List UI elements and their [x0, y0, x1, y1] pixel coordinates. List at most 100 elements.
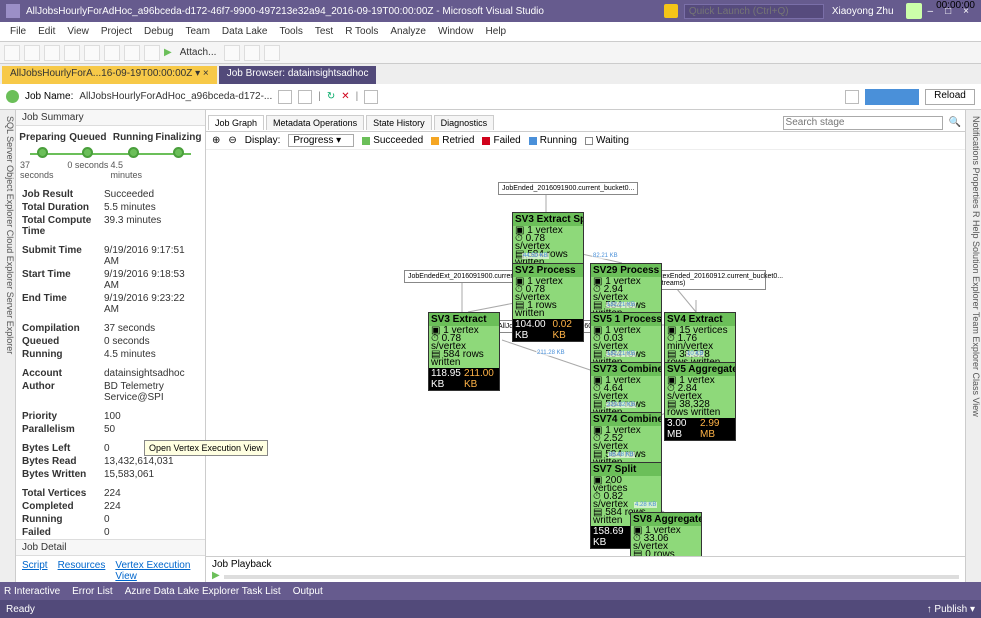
step-into-icon[interactable] — [244, 45, 260, 61]
reload-button[interactable]: Reload — [925, 89, 975, 105]
zoom-out-icon[interactable]: ⊖ — [228, 135, 236, 146]
publish-button[interactable]: ↑ Publish ▾ — [927, 604, 975, 615]
menu-debug[interactable]: Debug — [138, 26, 179, 37]
zoom-in-icon[interactable]: ⊕ — [212, 135, 220, 146]
open-icon[interactable] — [64, 45, 80, 61]
edge-label: 88.48 KB — [608, 452, 635, 458]
menu-help[interactable]: Help — [480, 26, 513, 37]
node-sv2-process[interactable]: SV2 Process▣ 1 vertex⏱ 0.78 s/vertex▤ 1 … — [512, 263, 584, 342]
menu-team[interactable]: Team — [179, 26, 215, 37]
tab-job-graph[interactable]: Job Graph — [208, 115, 264, 130]
tab-output[interactable]: Output — [293, 586, 323, 597]
stage-running: Running — [113, 132, 154, 143]
display-dropdown[interactable]: Progress ▾ — [288, 134, 354, 147]
refresh-icon[interactable]: ↻ — [327, 91, 335, 102]
right-tool-rail[interactable]: Notifications Properties R Help Solution… — [965, 110, 981, 582]
user-avatar-icon[interactable] — [906, 3, 922, 19]
edge-label: 44.50 KB — [522, 253, 549, 259]
playback-slider[interactable] — [224, 575, 959, 579]
open-external-icon[interactable] — [298, 90, 312, 104]
attach-button[interactable]: Attach... — [176, 47, 221, 58]
legend-retried: Retried — [442, 135, 474, 146]
tab-error-list[interactable]: Error List — [72, 586, 113, 597]
vev-tooltip: Open Vertex Execution View — [144, 440, 268, 456]
signed-in-user[interactable]: Xiaoyong Zhu — [832, 6, 894, 17]
node-sv3-extract[interactable]: SV3 Extract▣ 1 vertex⏱ 0.78 s/vertex▤ 58… — [428, 312, 500, 391]
new-project-icon[interactable] — [44, 45, 60, 61]
job-graph-canvas[interactable]: JobEnded_2016091900.current_bucket0... J… — [206, 150, 965, 556]
resources-link[interactable]: Resources — [58, 560, 106, 582]
edge-label: 182.21 KB — [606, 351, 636, 357]
notification-flag-icon[interactable] — [664, 4, 678, 18]
job-playback: Job Playback 00:00:00 ▶ — [206, 556, 965, 582]
menu-analyze[interactable]: Analyze — [384, 26, 432, 37]
script-link[interactable]: Script — [22, 560, 48, 582]
job-graph-pane: Job Graph Metadata Operations State Hist… — [206, 110, 965, 582]
quick-launch-input[interactable] — [684, 4, 824, 19]
node-sv8-aggregate[interactable]: SV8 Aggregate▣ 1 vertex⏱ 33.06 s/vertex▤… — [630, 512, 702, 556]
input-vertexended[interactable]: VertexEnded_20160912.current_bucket0... … — [646, 270, 766, 290]
menu-file[interactable]: File — [4, 26, 32, 37]
stage-finalizing: Finalizing — [155, 132, 201, 143]
summary-row: Parallelism50 — [16, 423, 205, 436]
summary-row: Bytes Written15,583,061 — [16, 468, 205, 481]
cancel-icon[interactable]: ✕ — [341, 91, 349, 102]
left-tool-rail[interactable]: SQL Server Object Explorer Cloud Explore… — [0, 110, 16, 582]
summary-row: Running4.5 minutes — [16, 348, 205, 361]
download-icon[interactable] — [364, 90, 378, 104]
menu-rtools[interactable]: R Tools — [339, 26, 384, 37]
menu-tools[interactable]: Tools — [274, 26, 309, 37]
play-icon[interactable]: ▶ — [212, 570, 220, 581]
standard-toolbar: ▶Attach... — [0, 42, 981, 64]
playback-time: 00:00:00 — [936, 0, 975, 11]
doc-tab-browser[interactable]: Job Browser: datainsightsadhoc — [219, 66, 377, 84]
screen-icon[interactable] — [845, 90, 859, 104]
copy-icon[interactable] — [278, 90, 292, 104]
menu-test[interactable]: Test — [309, 26, 339, 37]
vertex-execution-view-link[interactable]: Vertex Execution View — [115, 560, 199, 582]
tab-state-history[interactable]: State History — [366, 115, 432, 130]
step-out-icon[interactable] — [264, 45, 280, 61]
tab-diagnostics[interactable]: Diagnostics — [434, 115, 495, 130]
edge-label: 82.21 KB — [592, 253, 619, 259]
summary-row: Queued0 seconds — [16, 335, 205, 348]
document-tabs: AllJobsHourlyForA...16-09-19T00:00:00Z ▾… — [0, 64, 981, 84]
job-name-value: AllJobsHourlyForAdHoc_a96bceda-d172-... — [79, 91, 272, 102]
menu-edit[interactable]: Edit — [32, 26, 61, 37]
tab-metadata-ops[interactable]: Metadata Operations — [266, 115, 364, 130]
job-summary-header: Job Summary — [16, 110, 205, 126]
undo-icon[interactable] — [124, 45, 140, 61]
legend-waiting: Waiting — [596, 135, 629, 146]
tab-adl-tasks[interactable]: Azure Data Lake Explorer Task List — [125, 586, 281, 597]
nav-back-icon[interactable] — [4, 45, 20, 61]
nav-fwd-icon[interactable] — [24, 45, 40, 61]
unknown-blue-button[interactable] — [865, 89, 919, 105]
stage-preparing: Preparing — [19, 132, 66, 143]
input-jobended[interactable]: JobEnded_2016091900.current_bucket0... — [498, 182, 638, 195]
search-stage-input[interactable] — [783, 116, 943, 130]
search-icon[interactable]: 🔍 — [949, 117, 961, 128]
status-ready: Ready — [6, 604, 35, 615]
menu-view[interactable]: View — [61, 26, 95, 37]
edge-label: 182.21 KB — [606, 302, 636, 308]
summary-row: Total Vertices224 — [16, 487, 205, 500]
menu-window[interactable]: Window — [432, 26, 480, 37]
job-status-success-icon — [6, 90, 19, 103]
vs-logo-icon — [6, 4, 20, 18]
edge-label: 10 KB — [686, 351, 704, 357]
menu-project[interactable]: Project — [95, 26, 138, 37]
summary-row: Failed0 — [16, 526, 205, 539]
menu-datalake[interactable]: Data Lake — [216, 26, 274, 37]
summary-row: Total Duration5.5 minutes — [16, 201, 205, 214]
stage-queued: Queued — [69, 132, 106, 143]
save-icon[interactable] — [84, 45, 100, 61]
redo-icon[interactable] — [144, 45, 160, 61]
step-over-icon[interactable] — [224, 45, 240, 61]
save-all-icon[interactable] — [104, 45, 120, 61]
doc-tab-job[interactable]: AllJobsHourlyForA...16-09-19T00:00:00Z ▾… — [2, 66, 217, 84]
summary-row: Priority100 — [16, 410, 205, 423]
job-detail-header[interactable]: Job Detail — [16, 539, 205, 556]
tab-r-interactive[interactable]: R Interactive — [4, 586, 60, 597]
node-sv5-aggregate[interactable]: SV5 Aggregate▣ 1 vertex⏱ 2.84 s/vertex▤ … — [664, 362, 736, 441]
legend-succeeded: Succeeded — [373, 135, 423, 146]
